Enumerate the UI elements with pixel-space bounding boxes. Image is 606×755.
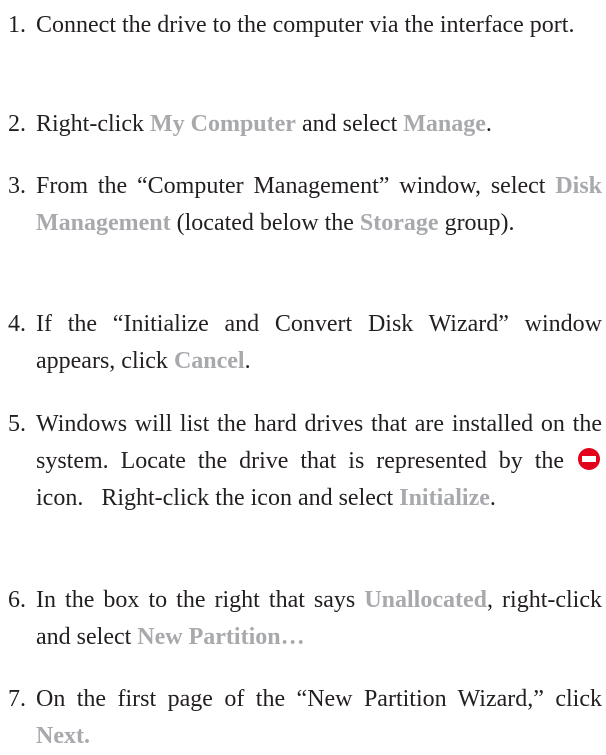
ui-term-next: Next. — [36, 723, 90, 749]
step-text: Connect the drive to the computer via th… — [36, 12, 575, 38]
ui-term-cancel: Cancel — [173, 348, 245, 374]
step-number: 6. — [8, 587, 26, 613]
step-text: In the box to the right that says Unallo… — [36, 587, 602, 650]
step-number: 7. — [8, 686, 26, 712]
step-number: 2. — [8, 111, 26, 137]
ui-term-initialize: Initialize — [399, 485, 490, 511]
ui-term-storage: Storage — [359, 210, 439, 236]
step-7: 7. On the first page of the “New Partiti… — [0, 681, 606, 755]
disk-not-initialized-icon — [578, 448, 600, 470]
step-2: 2. Right-click My Computer and select Ma… — [0, 106, 496, 143]
step-text: Windows will list the hard drives that a… — [36, 411, 602, 511]
step-5: 5. Windows will list the hard drives tha… — [0, 406, 606, 517]
step-text: From the “Computer Management” window, s… — [36, 173, 602, 236]
ui-term-my-computer: My Computer — [149, 111, 296, 137]
step-number: 4. — [8, 311, 26, 337]
step-number: 5. — [8, 411, 26, 437]
ui-term-new-partition: New Partition… — [137, 624, 305, 650]
ui-term-manage: Manage — [403, 111, 486, 137]
step-4: 4. If the “Initialize and Convert Disk W… — [0, 306, 606, 380]
step-number: 3. — [8, 173, 26, 199]
step-3: 3. From the “Computer Management” window… — [0, 168, 606, 242]
step-6: 6. In the box to the right that says Una… — [0, 582, 606, 656]
step-text: On the first page of the “New Partition … — [36, 686, 602, 749]
step-text: Right-click My Computer and select Manag… — [36, 111, 492, 137]
step-text: If the “Initialize and Convert Disk Wiza… — [36, 311, 602, 374]
step-number: 1. — [8, 12, 26, 38]
step-1: 1. Connect the drive to the computer via… — [0, 7, 578, 44]
ui-term-unallocated: Unallocated — [364, 587, 487, 613]
